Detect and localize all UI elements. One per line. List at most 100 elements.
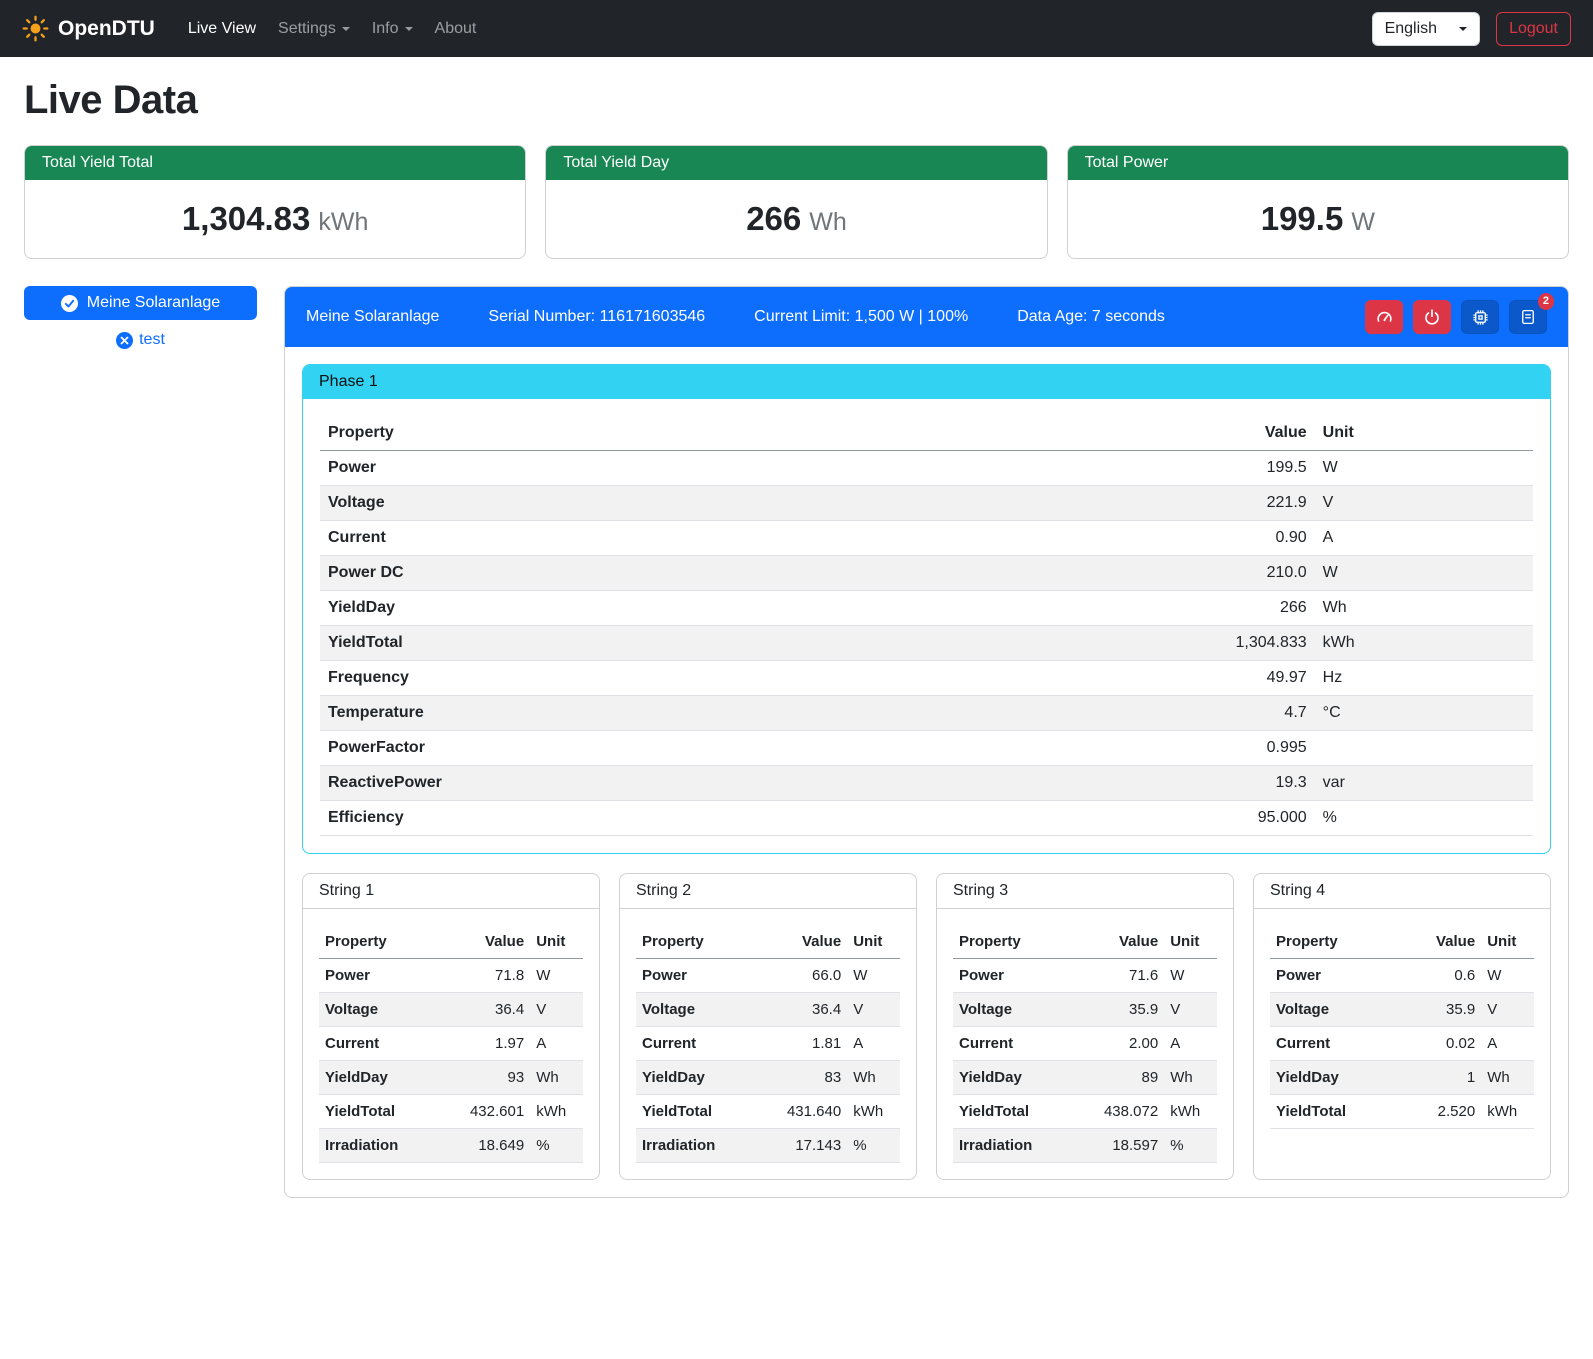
table-row: YieldTotal 432.601 kWh — [319, 1095, 583, 1129]
string-4-card: String 4 Property Value Unit — [1253, 873, 1551, 1180]
table-row: Current 1.81 A — [636, 1027, 900, 1061]
table-row: YieldDay 89 Wh — [953, 1061, 1217, 1095]
logout-button[interactable]: Logout — [1496, 12, 1571, 46]
table-row: Irradiation 18.597 % — [953, 1129, 1217, 1163]
property-cell: Power — [319, 959, 446, 993]
cpu-icon — [1471, 308, 1490, 327]
table-row: Power 199.5 W — [320, 451, 1533, 486]
card-value: 1,304.83 — [182, 200, 310, 237]
value-cell: 431.640 — [763, 1095, 847, 1129]
table-row: Power 66.0 W — [636, 959, 900, 993]
unit-cell: kWh — [847, 1095, 900, 1129]
value-cell: 89 — [1080, 1061, 1164, 1095]
chevron-down-icon — [405, 27, 413, 31]
unit-cell: Wh — [1481, 1061, 1534, 1095]
unit-cell: V — [1164, 993, 1217, 1027]
table-row: PowerFactor 0.995 — [320, 731, 1533, 766]
table-row: Current 1.97 A — [319, 1027, 583, 1061]
value-cell: 95.000 — [1145, 801, 1315, 836]
value-cell: 266 — [1145, 591, 1315, 626]
value-cell: 221.9 — [1145, 486, 1315, 521]
property-cell: YieldDay — [320, 591, 1145, 626]
unit-cell: kWh — [1164, 1095, 1217, 1129]
brand-link[interactable]: OpenDTU — [22, 15, 155, 42]
value-cell: 83 — [763, 1061, 847, 1095]
nav-item-info[interactable]: Info — [361, 12, 424, 46]
string-1-card: String 1 Property Value Unit — [302, 873, 600, 1180]
property-cell: YieldTotal — [636, 1095, 763, 1129]
col-header-value: Value — [763, 925, 847, 959]
card-title: Total Yield Total — [25, 146, 525, 180]
property-cell: Current — [319, 1027, 446, 1061]
table-row: YieldDay 266 Wh — [320, 591, 1533, 626]
property-cell: PowerFactor — [320, 731, 1145, 766]
total-yield-total-card: Total Yield Total 1,304.83kWh — [24, 145, 526, 259]
property-cell: YieldDay — [1270, 1061, 1397, 1095]
nav-item-about[interactable]: About — [424, 12, 488, 46]
unit-cell: Wh — [1164, 1061, 1217, 1095]
inverter-select-button[interactable]: Meine Solaranlage — [24, 286, 257, 320]
property-cell: YieldTotal — [1270, 1095, 1397, 1129]
inverter-actions: 2 — [1365, 300, 1547, 334]
property-cell: Power — [1270, 959, 1397, 993]
string-title: String 3 — [937, 874, 1233, 909]
power-button[interactable] — [1413, 300, 1451, 334]
property-cell: Current — [320, 521, 1145, 556]
property-cell: YieldDay — [953, 1061, 1080, 1095]
table-header-row: Property Value Unit — [1270, 925, 1534, 959]
inverter-panel: Meine Solaranlage Serial Number: 1161716… — [284, 286, 1569, 1198]
unit-cell: W — [1481, 959, 1534, 993]
property-cell: Voltage — [953, 993, 1080, 1027]
value-cell: 1,304.833 — [1145, 626, 1315, 661]
table-header-row: Property Value Unit — [636, 925, 900, 959]
sidebar-item-test[interactable]: test — [24, 331, 257, 349]
unit-cell: V — [530, 993, 583, 1027]
unit-cell: % — [1315, 801, 1533, 836]
property-cell: Current — [636, 1027, 763, 1061]
nav-label: Info — [372, 20, 399, 38]
phase-table: Property Value Unit Power — [320, 416, 1533, 836]
value-cell: 18.597 — [1080, 1129, 1164, 1163]
table-row: Voltage 36.4 V — [319, 993, 583, 1027]
table-row: Current 0.90 A — [320, 521, 1533, 556]
brand-title: OpenDTU — [58, 17, 155, 41]
unit-cell: var — [1315, 766, 1533, 801]
value-cell: 49.97 — [1145, 661, 1315, 696]
col-header-property: Property — [636, 925, 763, 959]
value-cell: 4.7 — [1145, 696, 1315, 731]
table-row: Voltage 221.9 V — [320, 486, 1533, 521]
table-row: YieldDay 93 Wh — [319, 1061, 583, 1095]
device-info-button[interactable] — [1461, 300, 1499, 334]
value-cell: 71.6 — [1080, 959, 1164, 993]
table-row: Power 71.6 W — [953, 959, 1217, 993]
value-cell: 0.90 — [1145, 521, 1315, 556]
col-header-value: Value — [1080, 925, 1164, 959]
nav-item-live-view[interactable]: Live View — [177, 12, 267, 46]
unit-cell: % — [1164, 1129, 1217, 1163]
table-row: YieldTotal 438.072 kWh — [953, 1095, 1217, 1129]
unit-cell: % — [847, 1129, 900, 1163]
col-header-property: Property — [953, 925, 1080, 959]
unit-cell: V — [1315, 486, 1533, 521]
string-title: String 2 — [620, 874, 916, 909]
string-title: String 1 — [303, 874, 599, 909]
value-cell: 432.601 — [446, 1095, 530, 1129]
table-row: Current 2.00 A — [953, 1027, 1217, 1061]
col-header-value: Value — [1145, 416, 1315, 451]
unit-cell: kWh — [1315, 626, 1533, 661]
page-title: Live Data — [24, 78, 1569, 123]
table-row: YieldTotal 431.640 kWh — [636, 1095, 900, 1129]
property-cell: Voltage — [319, 993, 446, 1027]
value-cell: 199.5 — [1145, 451, 1315, 486]
nav-item-settings[interactable]: Settings — [267, 12, 361, 46]
col-header-value: Value — [446, 925, 530, 959]
value-cell: 18.649 — [446, 1129, 530, 1163]
table-row: Power DC 210.0 W — [320, 556, 1533, 591]
limit-settings-button[interactable] — [1365, 300, 1403, 334]
table-row: Frequency 49.97 Hz — [320, 661, 1533, 696]
language-select[interactable]: English — [1372, 12, 1480, 46]
event-count-badge: 2 — [1538, 293, 1554, 310]
unit-cell: A — [530, 1027, 583, 1061]
event-log-button[interactable]: 2 — [1509, 300, 1547, 334]
property-cell: ReactivePower — [320, 766, 1145, 801]
